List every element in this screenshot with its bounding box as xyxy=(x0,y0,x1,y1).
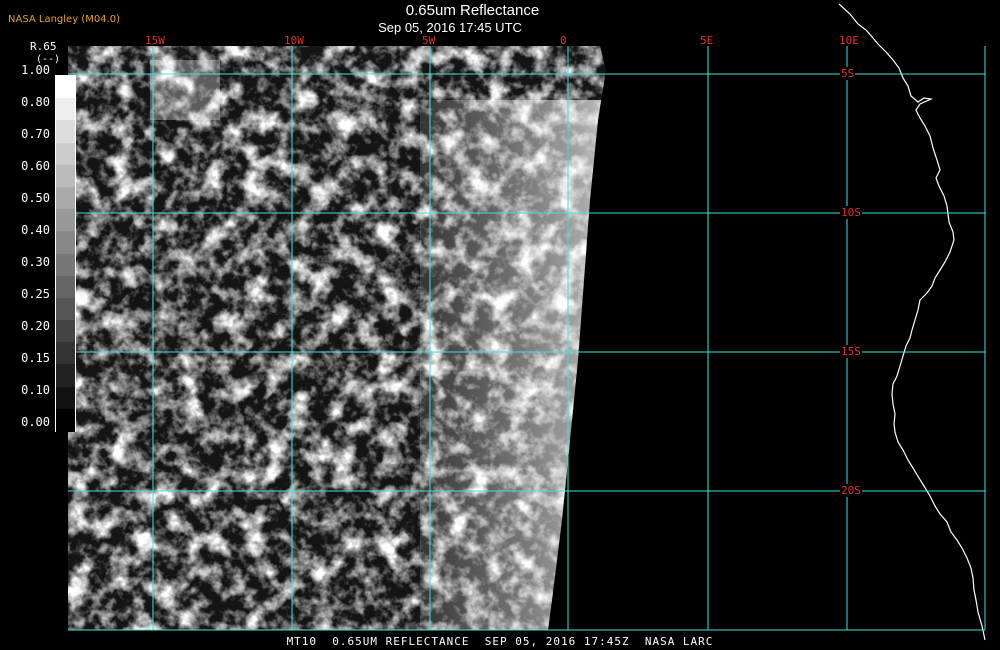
colorbar-swatch xyxy=(56,386,75,410)
colorbar-tick-label: 0.60 xyxy=(21,159,50,173)
lat-label-20S: 20S xyxy=(840,484,862,497)
colorbar-swatch xyxy=(56,364,75,388)
lat-label-15S: 15S xyxy=(840,345,862,358)
colorbar-swatch xyxy=(56,120,75,144)
legend-variable-name: R.65 xyxy=(30,40,57,53)
colorbar-swatch xyxy=(56,297,75,321)
colorbar-tick-label: 0.30 xyxy=(21,255,50,269)
colorbar-tick-label: 0.20 xyxy=(21,319,50,333)
colorbar-swatch xyxy=(56,408,75,432)
colorbar-tick-label: 1.00 xyxy=(21,63,50,77)
lon-label-10E: 10E xyxy=(839,34,859,47)
colorbar-swatch xyxy=(56,275,75,299)
colorbar-tick-label: 0.80 xyxy=(21,95,50,109)
colorbar-tick-label: 0.70 xyxy=(21,127,50,141)
satellite-swath xyxy=(68,46,606,630)
satellite-image-viewer: NASA Langley (M04.0) 0.65um Reflectance … xyxy=(0,0,1000,650)
colorbar-swatch xyxy=(56,253,75,277)
colorbar-tick-label: 0.40 xyxy=(21,223,50,237)
colorbar-tick-label: 0.50 xyxy=(21,191,50,205)
lon-label-5E: 5E xyxy=(700,34,714,47)
lat-label-10S: 10S xyxy=(840,206,862,219)
colorbar-tick-label: 0.15 xyxy=(21,351,50,365)
colorbar-swatch xyxy=(56,320,75,343)
colorbar-tick-label: 0.00 xyxy=(21,415,50,429)
colorbar-swatch xyxy=(56,164,75,188)
lon-label-5W: 5W xyxy=(422,34,436,47)
footer-caption: MT10 0.65UM REFLECTANCE SEP 05, 2016 17:… xyxy=(286,635,714,648)
lon-label-10W: 10W xyxy=(284,34,304,47)
lat-label-5S: 5S xyxy=(840,67,856,80)
colorbar-swatch xyxy=(56,98,75,121)
colorbar-swatch xyxy=(56,342,75,365)
lon-label-0: 0 xyxy=(560,34,567,47)
cloud-texture-fine xyxy=(68,46,606,630)
colorbar-swatch xyxy=(56,142,75,166)
colorbar-tick-label: 0.25 xyxy=(21,287,50,301)
colorbar-swatch xyxy=(56,209,75,232)
colorbar-swatch xyxy=(56,186,75,210)
coastline xyxy=(838,3,986,641)
lon-label-15W: 15W xyxy=(145,34,165,47)
colorbar-swatch xyxy=(56,76,75,99)
colorbar-tick-label: 0.10 xyxy=(21,383,50,397)
colorbar-swatch xyxy=(56,231,75,254)
colorbar xyxy=(55,75,76,432)
satellite-map[interactable] xyxy=(0,0,1000,650)
